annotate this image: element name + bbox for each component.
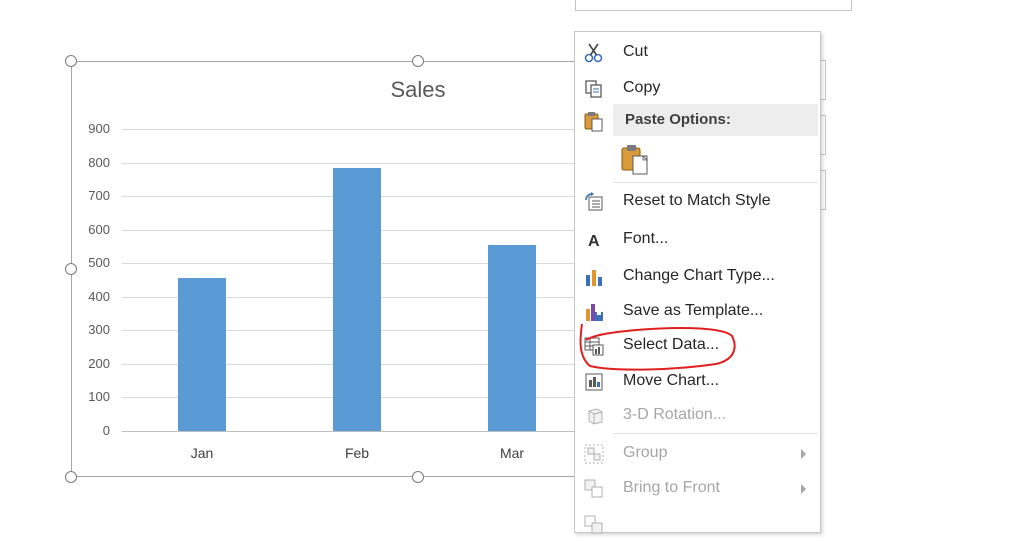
- menu-label-cut: Cut: [623, 43, 648, 60]
- resize-handle-bottom-left[interactable]: [65, 471, 77, 483]
- y-tick-label: 100: [88, 389, 110, 404]
- menu-label-3d-rotation: 3-D Rotation...: [623, 406, 727, 423]
- submenu-arrow-icon: [801, 449, 806, 459]
- x-tick-label: Jan: [190, 445, 214, 461]
- paste-options-header: Paste Options:: [613, 104, 818, 136]
- bar-feb[interactable]: [333, 168, 381, 431]
- resize-handle-bottom-middle[interactable]: [412, 471, 424, 483]
- menu-label-move-chart: Move Chart...: [623, 372, 720, 389]
- bar-mar[interactable]: [488, 245, 536, 431]
- menu-item-3d-rotation[interactable]: 3-D Rotation...: [575, 399, 820, 431]
- reset-style-icon: [583, 191, 605, 213]
- group-icon: [583, 443, 605, 465]
- menu-label-copy: Copy: [623, 79, 661, 96]
- menu-item-group[interactable]: Group: [575, 437, 820, 469]
- y-tick-label: 400: [88, 289, 110, 304]
- svg-text:A: A: [588, 233, 600, 250]
- x-tick-label: Mar: [499, 445, 525, 461]
- chart-type-icon: [583, 266, 605, 288]
- x-tick-label: Feb: [344, 445, 370, 461]
- scissors-icon: [583, 42, 605, 64]
- submenu-arrow-icon: [801, 484, 806, 494]
- y-tick-label: 200: [88, 356, 110, 371]
- copy-icon: [583, 78, 605, 100]
- y-tick-label: 500: [88, 255, 110, 270]
- font-icon: A: [583, 229, 605, 251]
- menu-item-send-to-back-partial[interactable]: [575, 508, 820, 540]
- menu-label-font: Font...: [623, 230, 669, 247]
- y-tick-label: 600: [88, 222, 110, 237]
- paste-keep-formatting-button[interactable]: [619, 142, 653, 176]
- y-tick-label: 900: [88, 121, 110, 136]
- paste-icon: [619, 145, 653, 180]
- y-tick-label: 300: [88, 322, 110, 337]
- menu-item-copy[interactable]: Copy: [575, 72, 820, 104]
- resize-handle-top-middle[interactable]: [412, 55, 424, 67]
- menu-label-group: Group: [623, 444, 668, 461]
- send-back-icon: [583, 514, 605, 536]
- red-circle-annotation: [579, 323, 736, 371]
- menu-label-reset-to-match-style: Reset to Match Style: [623, 192, 771, 209]
- menu-item-reset-to-match-style[interactable]: Reset to Match Style: [575, 185, 820, 217]
- paste-options-label: Paste Options:: [625, 111, 731, 128]
- menu-separator: [613, 182, 818, 183]
- y-tick-label: 700: [88, 188, 110, 203]
- resize-handle-top-left[interactable]: [65, 55, 77, 67]
- move-chart-icon: [583, 371, 605, 393]
- context-menu: Cut Copy Paste Options: Reset to Match S…: [574, 31, 821, 534]
- y-tick-label: 0: [102, 423, 110, 438]
- menu-item-font[interactable]: A Font...: [575, 223, 820, 255]
- menu-item-cut[interactable]: Cut: [575, 36, 820, 68]
- rotation-icon: [583, 405, 605, 427]
- menu-label-bring-to-front: Bring to Front: [623, 479, 720, 496]
- menu-item-change-chart-type[interactable]: Change Chart Type...: [575, 260, 820, 292]
- menu-item-bring-to-front[interactable]: Bring to Front: [575, 472, 820, 504]
- paste-icon: [583, 110, 605, 132]
- bring-front-icon: [583, 478, 605, 500]
- menu-label-change-chart-type: Change Chart Type...: [623, 267, 775, 284]
- top-panel-edge: [575, 0, 852, 11]
- menu-separator: [613, 433, 818, 434]
- bar-jan[interactable]: [178, 278, 226, 431]
- y-tick-label: 800: [88, 155, 110, 170]
